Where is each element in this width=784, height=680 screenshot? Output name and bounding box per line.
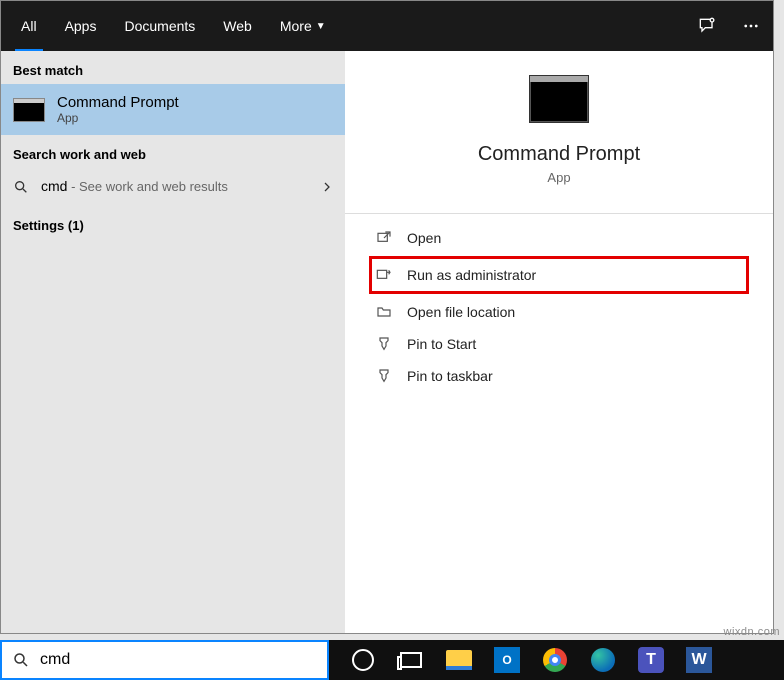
command-prompt-large-icon [529,75,589,123]
search-work-web-result[interactable]: cmd - See work and web results [1,168,345,206]
taskbar-search-box[interactable] [0,640,329,680]
taskbar: O T W [329,640,784,680]
cortana-button[interactable] [339,640,387,680]
task-view-icon [400,652,422,668]
action-pin-start-label: Pin to Start [407,336,476,352]
outlook-button[interactable]: O [483,640,531,680]
outlook-icon: O [494,647,520,673]
pin-start-icon [375,336,393,352]
preview-pane: Command Prompt App Open Run as administr… [345,51,773,633]
open-icon [375,230,393,246]
chevron-down-icon: ▼ [316,21,326,32]
edge-button[interactable] [579,640,627,680]
edge-icon [591,648,615,672]
feedback-icon[interactable] [685,1,729,51]
word-icon: W [686,647,712,673]
best-match-result[interactable]: Command Prompt App [1,84,345,135]
action-run-as-administrator[interactable]: Run as administrator [369,256,749,294]
tab-all[interactable]: All [7,1,51,51]
chrome-button[interactable] [531,640,579,680]
tab-more-label: More [280,18,312,34]
chrome-icon [543,648,567,672]
start-search-panel: All Apps Documents Web More ▼ Best match… [0,0,774,634]
preview-actions: Open Run as administrator Open file loca… [345,213,773,392]
word-button[interactable]: W [675,640,723,680]
search-work-web-header: Search work and web [1,135,345,168]
best-match-header: Best match [1,51,345,84]
best-match-title: Command Prompt [57,94,179,111]
work-hint: - See work and web results [67,179,227,194]
search-icon [12,651,30,669]
settings-header: Settings (1) [1,206,345,239]
search-tabs: All Apps Documents Web More ▼ [1,1,773,51]
folder-icon [375,304,393,320]
action-pin-to-taskbar[interactable]: Pin to taskbar [375,360,743,392]
teams-button[interactable]: T [627,640,675,680]
command-prompt-icon [13,98,45,122]
preview-title: Command Prompt [478,143,640,166]
watermark: wixdn.com [724,626,780,638]
preview-subtitle: App [547,170,570,185]
tab-more[interactable]: More ▼ [266,1,340,51]
best-match-subtitle: App [57,111,179,125]
action-open[interactable]: Open [375,222,743,254]
action-run-admin-label: Run as administrator [407,267,536,283]
teams-icon: T [638,647,664,673]
tab-apps[interactable]: Apps [51,1,111,51]
work-query: cmd [41,178,67,194]
folder-icon [446,650,472,670]
search-icon [13,179,31,195]
action-open-label: Open [407,230,441,246]
tab-documents[interactable]: Documents [110,1,209,51]
admin-icon [375,267,393,283]
chevron-right-icon [321,181,333,193]
more-options-icon[interactable] [729,1,773,51]
results-left-pane: Best match Command Prompt App Search wor… [1,51,345,633]
task-view-button[interactable] [387,640,435,680]
tab-web[interactable]: Web [209,1,266,51]
cortana-icon [352,649,374,671]
action-open-loc-label: Open file location [407,304,515,320]
search-body: Best match Command Prompt App Search wor… [1,51,773,633]
file-explorer-button[interactable] [435,640,483,680]
search-input[interactable] [40,651,317,669]
pin-taskbar-icon [375,368,393,384]
action-pin-to-start[interactable]: Pin to Start [375,328,743,360]
action-open-file-location[interactable]: Open file location [375,296,743,328]
action-pin-task-label: Pin to taskbar [407,368,493,384]
